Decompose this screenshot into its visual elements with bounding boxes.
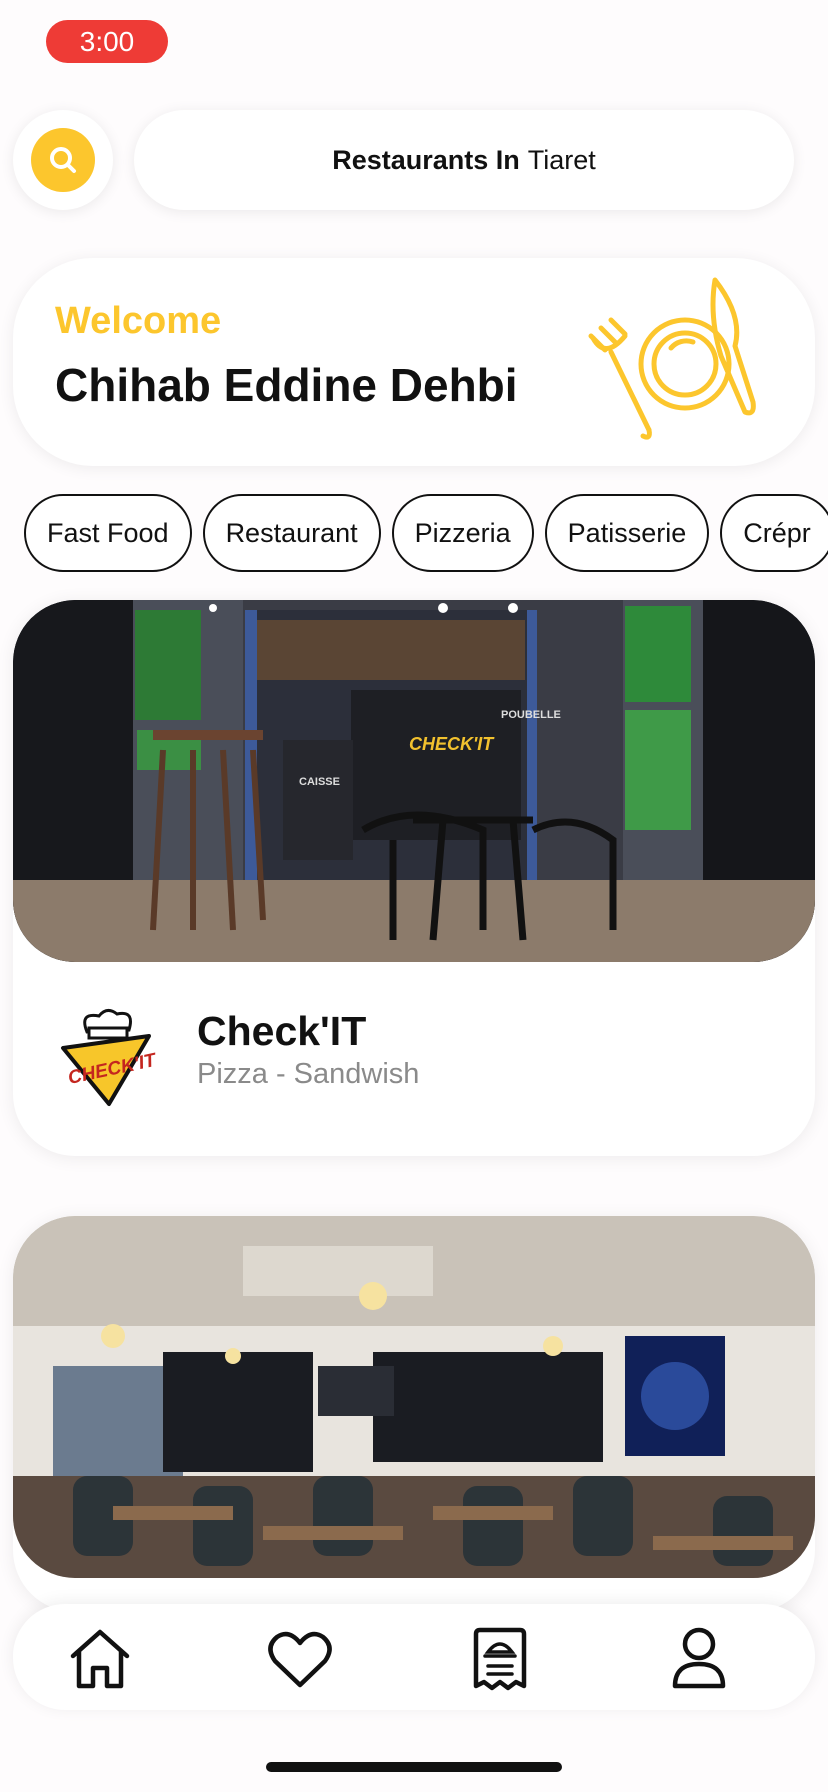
search-button[interactable] <box>13 110 113 210</box>
nav-favorites[interactable] <box>264 1624 336 1694</box>
home-icon <box>70 1629 130 1689</box>
welcome-label: Welcome <box>55 300 222 342</box>
location-selector[interactable]: Restaurants In Tiaret <box>134 110 794 210</box>
nav-orders[interactable] <box>464 1624 536 1694</box>
restaurant-card[interactable] <box>13 1216 815 1612</box>
plate-fork-knife-icon <box>588 277 756 440</box>
nav-home[interactable] <box>64 1624 136 1694</box>
category-chip-patisserie[interactable]: Patisserie <box>544 494 710 572</box>
search-icon-container <box>31 128 95 192</box>
photo-sign-poubelle: POUBELLE <box>501 709 561 721</box>
nav-profile[interactable] <box>663 1624 735 1694</box>
search-icon <box>50 147 76 173</box>
restaurant-tags: Pizza - Sandwish <box>197 1058 420 1090</box>
home-indicator <box>266 1762 562 1772</box>
restaurant-card[interactable]: CAISSE POUBELLE CHECK'IT CHECK'IT Check'… <box>13 600 815 1156</box>
category-chip-pizzeria[interactable]: Pizzeria <box>391 494 534 572</box>
restaurant-photo: CAISSE POUBELLE CHECK'IT <box>13 600 815 962</box>
category-chips: Fast Food Restaurant Pizzeria Patisserie… <box>24 494 828 572</box>
restaurant-photo <box>13 1216 815 1578</box>
location-prefix: Restaurants In <box>332 144 520 175</box>
location-city: Tiaret <box>527 144 596 175</box>
welcome-card: Welcome Chihab Eddine Dehbi <box>13 258 815 466</box>
profile-icon <box>672 1627 726 1689</box>
bottom-nav-bar <box>13 1604 815 1710</box>
heart-icon <box>268 1631 332 1688</box>
category-chip-creperie[interactable]: Crépr <box>720 494 828 572</box>
category-chip-restaurant[interactable]: Restaurant <box>202 494 381 572</box>
restaurant-name: Check'IT <box>197 1008 367 1054</box>
status-time: 3:00 <box>46 20 168 63</box>
category-chip-fast-food[interactable]: Fast Food <box>24 494 192 572</box>
receipt-icon <box>473 1627 527 1691</box>
user-name: Chihab Eddine Dehbi <box>55 359 518 411</box>
photo-logo-sign: CHECK'IT <box>409 734 495 754</box>
restaurant-logo: CHECK'IT <box>61 1009 157 1106</box>
photo-sign-caisse: CAISSE <box>299 776 340 788</box>
